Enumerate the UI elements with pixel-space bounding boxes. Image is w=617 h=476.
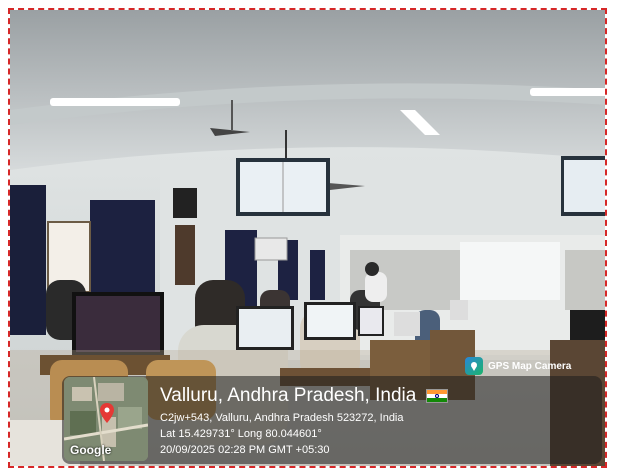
gps-map-camera-icon [465, 357, 483, 375]
photo-frame: GPS Map Camera Google Valluru, Andhra Pr… [0, 0, 617, 476]
location-title-row: Valluru, Andhra Pradesh, India [160, 385, 448, 407]
google-logo: Google [70, 443, 112, 457]
india-flag-icon [425, 388, 448, 403]
location-coordinates: Lat 15.429731° Long 80.044601° [160, 428, 322, 440]
map-thumbnail: Google [64, 377, 148, 461]
location-address: C2jw+543, Valluru, Andhra Pradesh 523272… [160, 412, 404, 424]
location-datetime: 20/09/2025 02:28 PM GMT +05:30 [160, 444, 330, 456]
gps-badge-label: GPS Map Camera [488, 360, 572, 372]
location-title: Valluru, Andhra Pradesh, India [160, 385, 417, 406]
map-pin-icon [100, 403, 114, 423]
gps-map-camera-badge: GPS Map Camera [465, 355, 571, 377]
